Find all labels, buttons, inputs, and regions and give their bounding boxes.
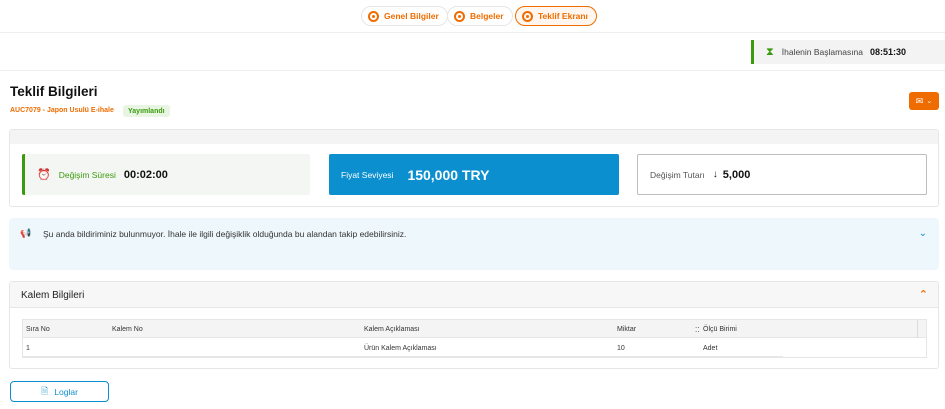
items-title: Kalem Bilgileri [21,290,85,301]
auction-code: AUC7079 - Japon Usulü E-ihale [10,107,114,114]
page-title: Teklif Bilgileri [10,84,98,99]
notification-text: Şu anda bildiriminiz bulunmuyor. İhale i… [43,229,407,239]
column-header-sira-no[interactable]: Sıra No [26,326,50,333]
column-divider [917,320,918,338]
sort-icon[interactable]: ⁚⁚ [695,326,699,334]
change-period-value: 00:02:00 [123,168,168,181]
megaphone-icon: 📢 [20,228,32,238]
countdown-label: İhalenin Başlamasına [781,47,864,57]
panel-header [10,130,938,144]
countdown-value: 08:51:30 [870,47,907,57]
step-belgeler[interactable]: Belgeler [447,6,513,26]
radio-icon [368,10,379,22]
notification-panel[interactable]: 📢 Şu anda bildiriminiz bulunmuyor. İhale… [9,218,939,270]
radio-icon [522,10,533,22]
chevron-down-icon: ⌄ [926,98,933,105]
divider [0,70,945,71]
alarm-icon: ⏰ [37,169,51,181]
chevron-down-icon[interactable]: ⌄ [919,228,927,239]
change-amount-value: 5,000 [722,168,751,181]
radio-icon [454,10,465,22]
step-label: Belgeler [470,11,504,21]
hourglass-icon: ⧗ [766,45,774,58]
change-period-card: ⏰ Değişim Süresi 00:02:00 [22,154,310,195]
step-teklif-ekrani[interactable]: Teklif Ekranı [515,6,597,26]
table-row-divider [23,356,783,357]
column-header-olcu-birimi[interactable]: Ölçü Birimi [703,326,737,333]
status-badge: Yayımlandı [123,105,170,117]
column-header-miktar[interactable]: Miktar [617,326,636,333]
items-section: Kalem Bilgileri ⌃ Sıra No Kalem No Kalem… [9,281,939,369]
step-tabs: Genel Bilgiler Belgeler Teklif Ekranı [0,0,945,32]
column-header-kalem-aciklamasi[interactable]: Kalem Açıklaması [364,326,420,333]
step-label: Genel Bilgiler [384,11,439,21]
logs-button[interactable]: 🗎 Loglar [10,381,109,402]
divider [0,32,945,33]
price-level-value: 150,000 TRY [407,166,490,183]
column-header-kalem-no[interactable]: Kalem No [112,326,143,333]
cell-kalem-aciklamasi: Ürün Kalem Açıklaması [364,345,437,352]
chevron-up-icon[interactable]: ⌃ [919,288,928,301]
table-header: Sıra No Kalem No Kalem Açıklaması Miktar… [23,320,926,338]
mail-menu-button[interactable]: ✉ ⌄ [909,92,939,110]
change-amount-label: Değişim Tutarı [650,169,705,180]
items-header[interactable]: Kalem Bilgileri ⌃ [10,282,938,308]
price-level-card: Fiyat Seviyesi 150,000 TRY [329,154,619,195]
change-period-label: Değişim Süresi [58,169,116,180]
cell-sira-no: 1 [26,345,30,352]
document-icon: 🗎 [41,385,49,396]
cell-olcu-birimi: Adet [703,345,718,352]
arrow-down-icon: ↓ [712,169,718,180]
step-genel-bilgiler[interactable]: Genel Bilgiler [361,6,448,26]
cell-miktar: 10 [617,345,625,352]
change-amount-card: Değişim Tutarı ↓ 5,000 [637,154,927,195]
step-label: Teklif Ekranı [538,11,588,21]
auction-countdown: ⧗ İhalenin Başlamasına 08:51:30 [751,40,945,64]
price-level-label: Fiyat Seviyesi [341,169,394,180]
logs-button-label: Loglar [54,386,78,397]
mail-icon: ✉ [915,95,924,106]
items-table: Sıra No Kalem No Kalem Açıklaması Miktar… [22,319,927,358]
